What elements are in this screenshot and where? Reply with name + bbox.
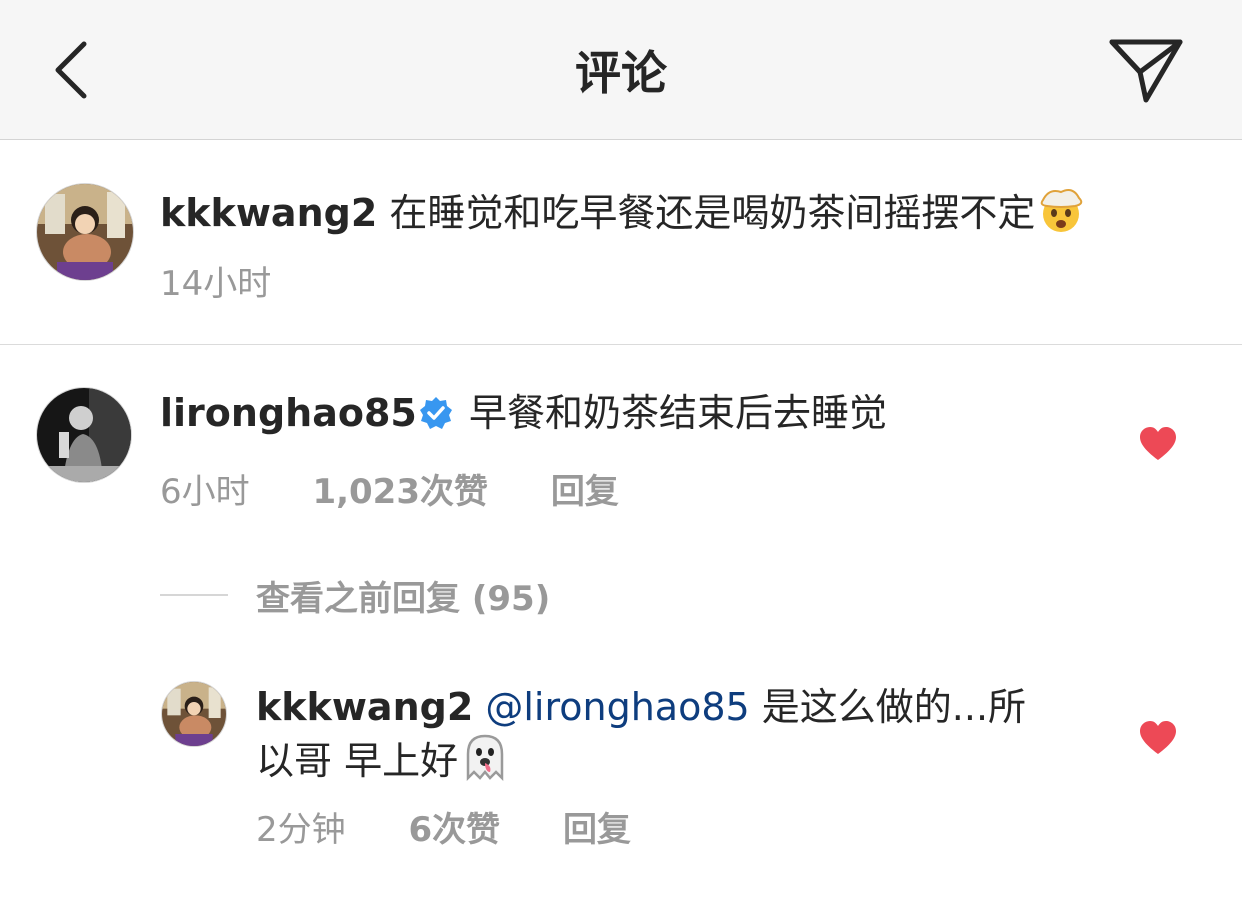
caption-meta: 14小时 xyxy=(160,256,323,305)
exploding-head-emoji-icon xyxy=(1035,186,1087,246)
reply-body-line2: 以哥 早上好 xyxy=(256,739,459,783)
comment-text: lironghao85 早餐和奶茶结束后去睡觉 xyxy=(160,388,1120,442)
avatar-lironghao85[interactable] xyxy=(37,388,131,482)
comment-username[interactable]: lironghao85 xyxy=(160,391,417,435)
reply-mention-link[interactable]: @lironghao85 xyxy=(485,685,749,729)
paper-plane-icon xyxy=(1109,39,1183,103)
reply-likes-count[interactable]: 6次赞 xyxy=(408,810,500,850)
nav-header: 评论 xyxy=(0,0,1242,140)
caption-text: kkkwang2 在睡觉和吃早餐还是喝奶茶间摇摆不定 xyxy=(160,186,1220,246)
reply-text: kkkwang2 @lironghao85 是这么做的...所 以哥 早上好 xyxy=(256,682,1076,794)
comment-body: 早餐和奶茶结束后去睡觉 xyxy=(468,391,887,435)
reply-like-button[interactable] xyxy=(1138,720,1178,756)
heart-filled-icon xyxy=(1140,721,1176,754)
view-previous-replies-button[interactable]: 查看之前回复 (95) xyxy=(160,570,550,620)
share-button[interactable] xyxy=(1104,34,1188,110)
reply-meta: 2分钟 6次赞 回复 xyxy=(256,802,683,851)
comment-meta: 6小时 1,023次赞 回复 xyxy=(160,464,671,513)
reply-username[interactable]: kkkwang2 xyxy=(256,685,473,729)
comment-likes-count[interactable]: 1,023次赞 xyxy=(312,472,488,512)
comment-time: 6小时 xyxy=(160,472,250,512)
ghost-emoji-icon xyxy=(458,732,512,794)
comment-reply-button[interactable]: 回复 xyxy=(551,472,619,512)
caption-username[interactable]: kkkwang2 xyxy=(160,191,377,235)
heart-filled-icon xyxy=(1140,427,1176,460)
avatar-kkkwang2-reply[interactable] xyxy=(162,682,226,746)
page-title: 评论 xyxy=(575,45,667,100)
reply-line-1: kkkwang2 @lironghao85 是这么做的...所 xyxy=(256,682,1076,732)
verified-badge-icon xyxy=(419,392,453,442)
view-replies-label: 查看之前回复 (95) xyxy=(256,578,551,619)
caption-divider xyxy=(0,344,1242,345)
replies-divider-line xyxy=(160,594,228,596)
caption-body: 在睡觉和吃早餐还是喝奶茶间摇摆不定 xyxy=(389,191,1036,235)
comment-like-button[interactable] xyxy=(1138,426,1178,462)
reply-line-2: 以哥 早上好 xyxy=(256,732,1076,794)
reply-body-line1: 是这么做的...所 xyxy=(761,685,1027,729)
reply-time: 2分钟 xyxy=(256,810,346,850)
chevron-left-icon xyxy=(55,41,87,99)
caption-time: 14小时 xyxy=(160,264,272,304)
reply-reply-button[interactable]: 回复 xyxy=(563,810,631,850)
back-button[interactable] xyxy=(40,30,110,110)
avatar-kkkwang2[interactable] xyxy=(37,184,133,280)
